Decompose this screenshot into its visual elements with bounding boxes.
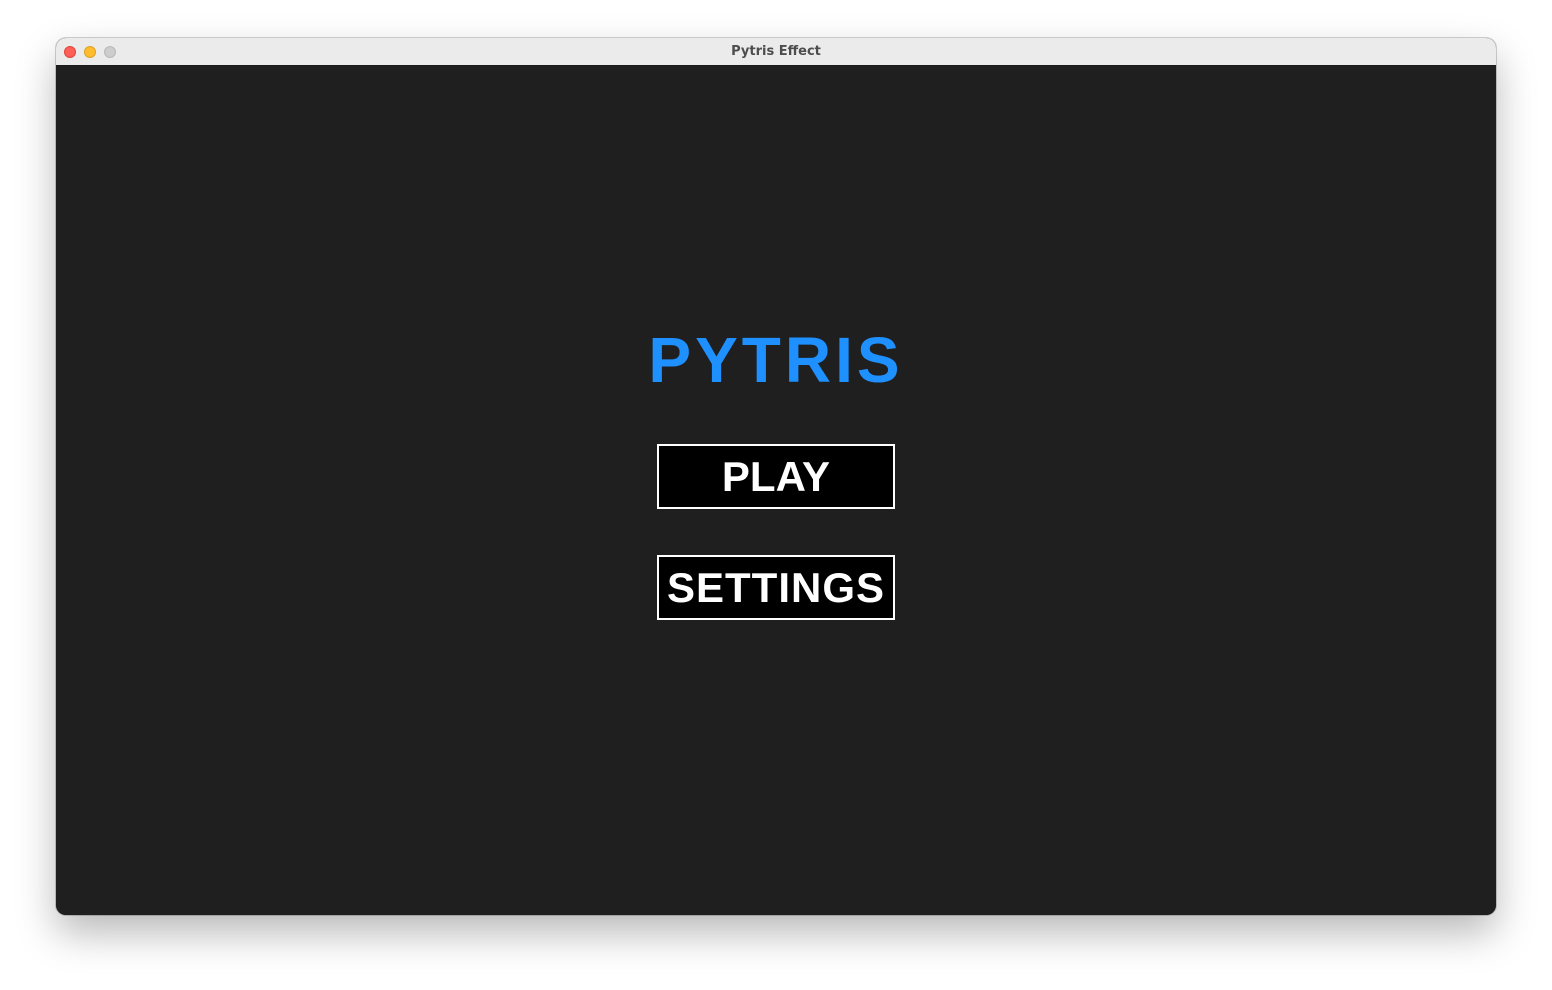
game-canvas: PYTRIS PLAY SETTINGS — [56, 66, 1496, 915]
window-title: Pytris Effect — [731, 44, 821, 59]
title-bar[interactable]: Pytris Effect — [56, 38, 1496, 66]
settings-button[interactable]: SETTINGS — [657, 555, 895, 620]
app-window: Pytris Effect PYTRIS PLAY SETTINGS — [56, 38, 1496, 915]
play-button[interactable]: PLAY — [657, 444, 895, 509]
game-title: PYTRIS — [648, 324, 904, 396]
